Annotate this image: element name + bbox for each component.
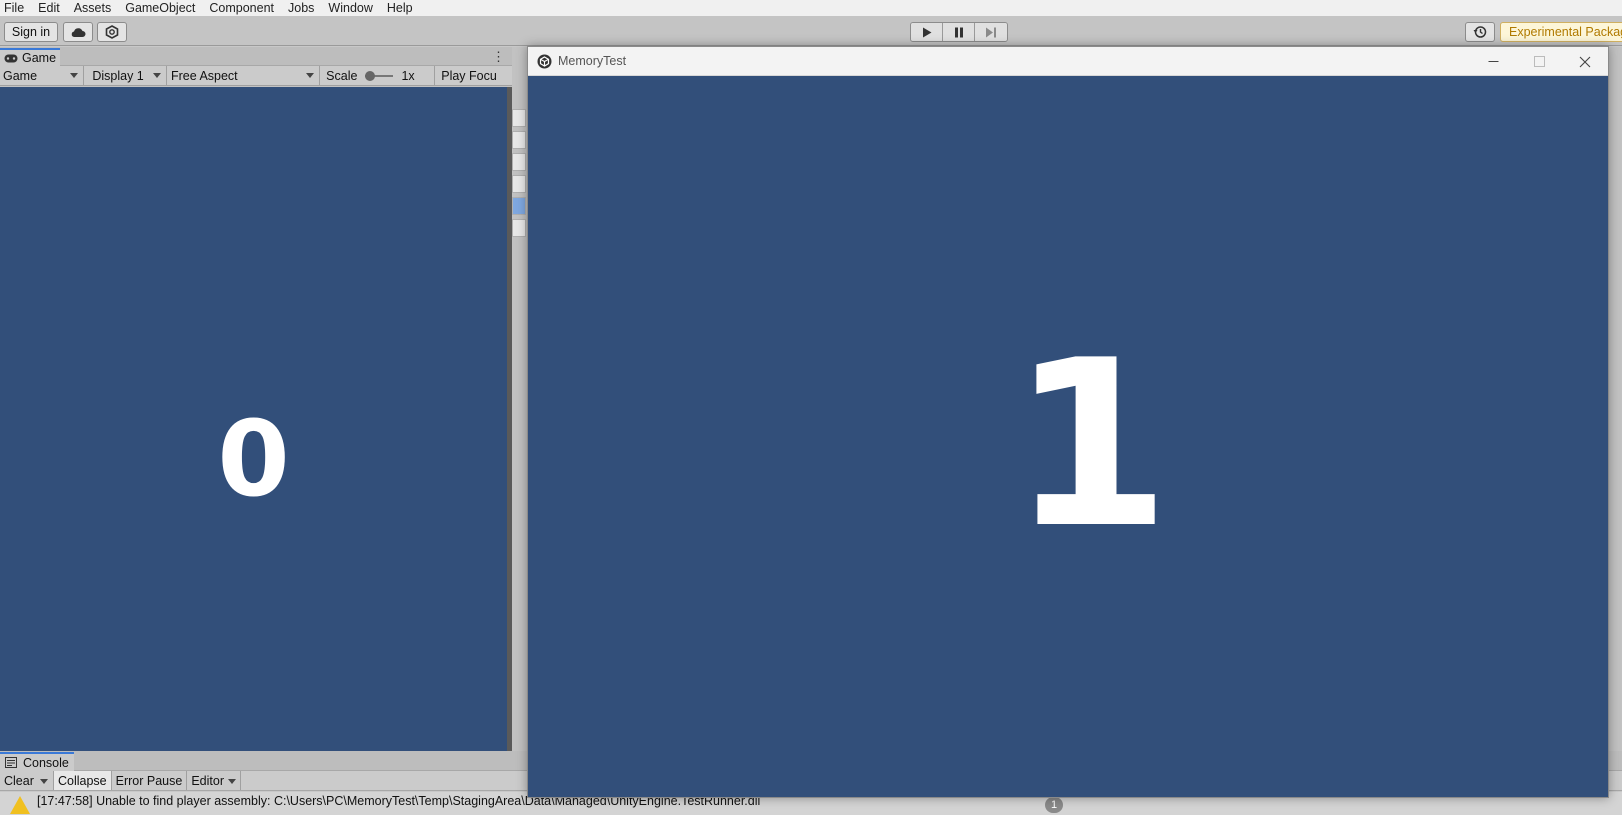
scale-slider-handle[interactable] <box>365 70 376 81</box>
gamepad-icon <box>4 54 18 62</box>
play-button[interactable] <box>911 23 943 41</box>
hidden-panel-item <box>512 153 526 171</box>
display-dropdown[interactable]: Display 1 <box>84 66 167 85</box>
game-view[interactable]: 0 <box>0 87 507 751</box>
menu-jobs[interactable]: Jobs <box>281 0 321 16</box>
game-view-toolbar: Game Display 1 Free Aspect Scale 1x Play… <box>0 66 512 86</box>
menu-help[interactable]: Help <box>380 0 420 16</box>
scale-label: Scale <box>326 68 358 83</box>
editor-label: Editor <box>191 773 224 788</box>
hidden-panel-item <box>512 131 526 149</box>
scale-control: Scale 1x <box>320 66 436 85</box>
sign-in-button[interactable]: Sign in <box>4 22 58 42</box>
clear-button[interactable]: Clear <box>0 771 54 790</box>
pause-icon <box>954 27 963 37</box>
panel-menu-icon[interactable]: ⋮ <box>492 49 505 65</box>
cloud-icon <box>71 27 86 37</box>
hidden-panel-item <box>512 175 526 193</box>
log-count-badge: 1 <box>1045 797 1063 813</box>
experimental-packages-badge[interactable]: Experimental Packag <box>1500 22 1622 42</box>
maximize-button[interactable] <box>1516 47 1562 76</box>
scale-value: 1x <box>401 68 415 83</box>
history-icon <box>1473 26 1487 38</box>
memorytest-game-view[interactable]: 1 <box>528 76 1608 797</box>
play-controls <box>910 22 1008 42</box>
hidden-panel-item <box>512 109 526 127</box>
game-mode-value: Game <box>3 68 38 83</box>
game-tab-bar: Game ⋮ <box>0 47 512 66</box>
chevron-down-icon <box>306 73 315 78</box>
editor-dropdown[interactable]: Editor <box>187 771 241 790</box>
memorytest-number-display: 1 <box>1010 312 1171 579</box>
collab-icon <box>105 25 119 39</box>
collapse-toggle[interactable]: Collapse <box>54 771 112 790</box>
menu-edit[interactable]: Edit <box>31 0 67 16</box>
play-focus-dropdown[interactable]: Play Focu <box>435 66 512 85</box>
scale-slider[interactable] <box>365 70 394 81</box>
window-title-bar[interactable]: MemoryTest <box>528 47 1608 76</box>
display-value: Display 1 <box>92 68 144 83</box>
play-icon <box>922 27 931 37</box>
tab-game[interactable]: Game <box>0 48 60 66</box>
minimize-icon <box>1488 61 1498 62</box>
menu-bar: File Edit Assets GameObject Component Jo… <box>0 0 1622 16</box>
pause-button[interactable] <box>943 23 975 41</box>
memorytest-window: MemoryTest 1 <box>527 46 1609 798</box>
aspect-dropdown[interactable]: Free Aspect <box>167 66 321 85</box>
cloud-button[interactable] <box>63 22 93 42</box>
panel-splitter[interactable] <box>507 87 512 751</box>
play-focus-value: Play Focu <box>441 68 497 83</box>
menu-gameobject[interactable]: GameObject <box>118 0 202 16</box>
aspect-value: Free Aspect <box>170 68 238 83</box>
game-mode-dropdown[interactable]: Game <box>0 66 85 85</box>
tab-game-label: Game <box>22 51 57 65</box>
chevron-down-icon <box>152 73 161 78</box>
window-title: MemoryTest <box>558 54 627 68</box>
collab-button[interactable] <box>97 22 127 42</box>
warning-icon <box>10 796 30 814</box>
close-icon <box>1579 56 1591 67</box>
chevron-down-icon <box>228 779 236 784</box>
error-pause-toggle[interactable]: Error Pause <box>112 771 188 790</box>
unity-logo-icon <box>537 54 552 69</box>
menu-file[interactable]: File <box>0 0 31 16</box>
maximize-icon <box>1533 56 1545 67</box>
tab-console[interactable]: Console <box>0 752 74 771</box>
game-number-display: 0 <box>217 398 290 520</box>
console-icon <box>5 757 17 768</box>
menu-window[interactable]: Window <box>321 0 379 16</box>
chevron-down-icon[interactable] <box>40 779 48 784</box>
menu-component[interactable]: Component <box>202 0 281 16</box>
tab-console-label: Console <box>23 755 69 770</box>
main-toolbar: Sign in Experimental Packag <box>0 16 1622 46</box>
hidden-panel-item <box>512 219 526 237</box>
history-button[interactable] <box>1465 22 1495 42</box>
clear-label: Clear <box>4 773 34 788</box>
hidden-panel-item-selected <box>512 197 526 215</box>
game-panel: Game ⋮ Game Display 1 Free Aspect Scale … <box>0 47 512 751</box>
close-button[interactable] <box>1562 47 1608 76</box>
chevron-down-icon <box>70 73 79 78</box>
minimize-button[interactable] <box>1470 47 1516 76</box>
step-button[interactable] <box>975 23 1007 41</box>
menu-assets[interactable]: Assets <box>67 0 119 16</box>
step-icon <box>986 27 996 37</box>
